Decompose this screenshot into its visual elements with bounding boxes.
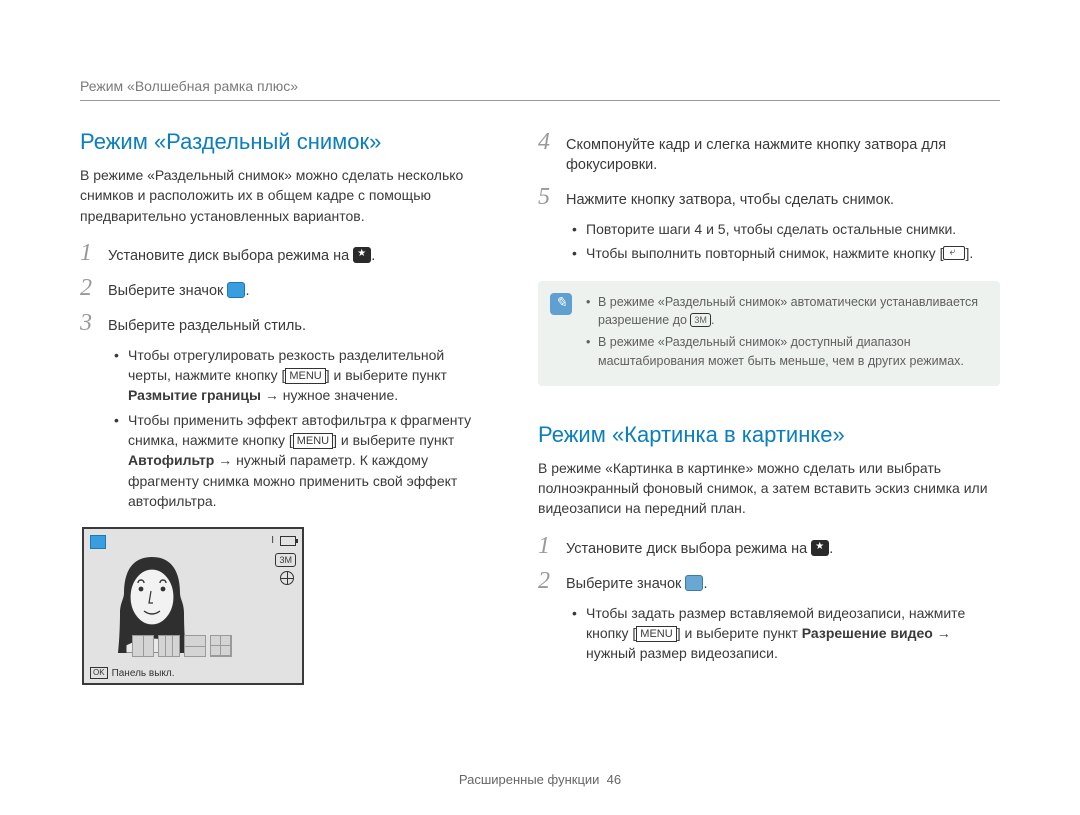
step-4: 4 Скомпонуйте кадр и слегка нажмите кноп… xyxy=(538,129,1000,176)
sub-repeat: Повторите шаги 4 и 5, чтобы сделать оста… xyxy=(572,219,1000,239)
step-number: 3 xyxy=(80,310,108,337)
step-number: 4 xyxy=(538,129,566,156)
content-columns: Режим «Раздельный снимок» В режиме «Разд… xyxy=(80,129,1000,685)
resolution-3m-icon: 3M xyxy=(690,313,711,327)
step-number: 2 xyxy=(80,275,108,302)
footer-section: Расширенные функции xyxy=(459,772,600,787)
step-5: 5 Нажмите кнопку затвора, чтобы сделать … xyxy=(538,184,1000,211)
layout-2h xyxy=(184,635,206,657)
right-column: 4 Скомпонуйте кадр и слегка нажмите кноп… xyxy=(538,129,1000,685)
ok-label-icon: OK xyxy=(90,667,108,679)
resolution-badge: 3M xyxy=(275,553,296,567)
step-number: 1 xyxy=(80,240,108,267)
pip-step-1-text: Установите диск выбора режима на . xyxy=(566,539,833,559)
pip-step-1: 1 Установите диск выбора режима на . xyxy=(538,533,1000,560)
sub-blur: Чтобы отрегулировать резкость разделител… xyxy=(114,345,490,406)
left-column: Режим «Раздельный снимок» В режиме «Разд… xyxy=(80,129,490,685)
step-5-text: Нажмите кнопку затвора, чтобы сделать сн… xyxy=(566,190,894,210)
pip-section: Режим «Картинка в картинке» В режиме «Ка… xyxy=(538,422,1000,664)
preview-bottom-bar: OK Панель выкл. xyxy=(90,667,175,679)
mode-dial-icon xyxy=(811,540,829,556)
menu-button-icon: MENU xyxy=(285,368,325,384)
layout-grid xyxy=(210,635,232,657)
pip-sub-video-res: Чтобы задать размер вставляемой видеозап… xyxy=(572,603,1000,664)
step-number: 2 xyxy=(538,568,566,595)
step-number: 1 xyxy=(538,533,566,560)
globe-icon xyxy=(280,571,294,585)
step-number: 5 xyxy=(538,184,566,211)
panel-off-label: Панель выкл. xyxy=(112,668,175,679)
section-title-pip: Режим «Картинка в картинке» xyxy=(538,422,1000,448)
back-button-icon xyxy=(943,246,965,260)
pip-mode-icon xyxy=(685,575,703,591)
preview-counter: I xyxy=(271,535,274,546)
breadcrumb: Режим «Волшебная рамка плюс» xyxy=(80,78,1000,94)
preview-mode-icon xyxy=(90,535,106,549)
footer-page: 46 xyxy=(607,772,621,787)
divider-top xyxy=(80,100,1000,101)
layout-2v xyxy=(132,635,154,657)
mode-dial-icon xyxy=(353,247,371,263)
menu-button-icon: MENU xyxy=(293,433,333,449)
camera-preview: I 3M OK xyxy=(82,527,304,685)
layout-choices xyxy=(132,635,232,657)
note-box: ✎ В режиме «Раздельный снимок» автоматич… xyxy=(538,281,1000,386)
step-1: 1 Установите диск выбора режима на . xyxy=(80,240,490,267)
split-mode-icon xyxy=(227,282,245,298)
step-3-text: Выберите раздельный стиль. xyxy=(108,316,306,336)
preview-status-right: I xyxy=(271,535,296,546)
pip-step-2-text: Выберите значок . xyxy=(566,574,707,594)
pip-step-2: 2 Выберите значок . xyxy=(538,568,1000,595)
note-icon: ✎ xyxy=(550,293,572,315)
sub-retake: Чтобы выполнить повторный снимок, нажмит… xyxy=(572,243,1000,263)
step-1-text: Установите диск выбора режима на . xyxy=(108,246,375,266)
battery-icon xyxy=(280,536,296,546)
step-4-text: Скомпонуйте кадр и слегка нажмите кнопку… xyxy=(566,135,1000,176)
pip-sublist: Чтобы задать размер вставляемой видеозап… xyxy=(572,603,1000,664)
step-2: 2 Выберите значок . xyxy=(80,275,490,302)
section-title-split: Режим «Раздельный снимок» xyxy=(80,129,490,155)
sub-autofilter: Чтобы применить эффект автофильтра к фра… xyxy=(114,410,490,511)
step-2-text: Выберите значок . xyxy=(108,281,249,301)
footer: Расширенные функции 46 xyxy=(0,772,1080,787)
step-3-sublist: Чтобы отрегулировать резкость разделител… xyxy=(114,345,490,511)
intro-pip: В режиме «Картинка в картинке» можно сде… xyxy=(538,458,1000,519)
step-3: 3 Выберите раздельный стиль. xyxy=(80,310,490,337)
intro-split: В режиме «Раздельный снимок» можно сдела… xyxy=(80,165,490,226)
layout-3v xyxy=(158,635,180,657)
menu-button-icon: MENU xyxy=(636,626,676,642)
note-resolution: В режиме «Раздельный снимок» автоматичес… xyxy=(586,293,986,329)
note-zoom: В режиме «Раздельный снимок» доступный д… xyxy=(586,333,986,369)
step-5-sublist: Повторите шаги 4 и 5, чтобы сделать оста… xyxy=(572,219,1000,264)
